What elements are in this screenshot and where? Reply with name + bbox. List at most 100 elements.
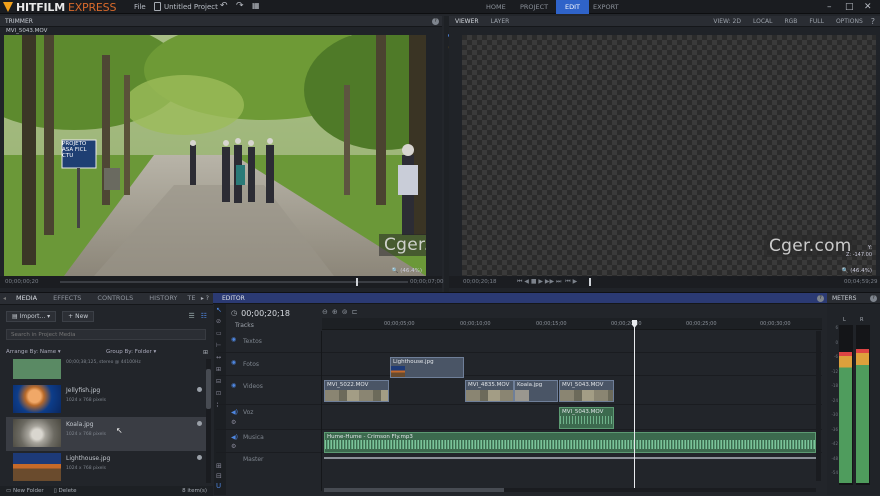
clip-voz[interactable]: MVI_5043.MOV — [559, 407, 614, 429]
editor-hscroll[interactable] — [324, 488, 816, 492]
speaker-icon[interactable]: ◀) — [231, 434, 238, 441]
item-count: 8 item(s) — [182, 488, 207, 494]
delete-button[interactable]: ▯ Delete — [44, 488, 77, 494]
search-input[interactable] — [6, 329, 206, 340]
viewer-help-icon[interactable]: ? — [869, 16, 880, 27]
coord-y: Y: — [867, 245, 872, 251]
undo-icon[interactable]: ↶ — [220, 1, 228, 11]
clip-waveform — [325, 440, 815, 449]
zoom-in-icon[interactable]: ⊕ — [332, 308, 338, 316]
media-item-koala[interactable]: Koala.jpg 1024 x 768 pixels ↖ — [6, 417, 206, 451]
tab-prev-icon[interactable]: ◂ — [0, 295, 8, 302]
meter-scale-tick: -6 — [834, 354, 838, 360]
media-scroll-thumb[interactable] — [206, 369, 211, 409]
close-icon[interactable]: ✕ — [864, 2, 872, 12]
editor-vscroll[interactable] — [816, 331, 821, 481]
help-icon[interactable]: ? — [432, 18, 439, 25]
lighthouse-thumbnail — [13, 453, 61, 481]
tab-media[interactable]: MEDIA — [8, 293, 45, 304]
import-button[interactable]: ▤ Import... ▾ — [6, 310, 57, 322]
media-item-lighthouse[interactable]: Lighthouse.jpg 1024 x 768 pixels — [6, 451, 206, 485]
clip-video-1[interactable]: MVI_5022.MOV — [324, 380, 389, 402]
trimmer-time-start: 00;00;00;20 — [5, 279, 39, 285]
select-tool-icon[interactable]: ↖ — [216, 306, 226, 314]
viewer-zoom-icon[interactable]: 🔍 — [842, 268, 849, 274]
list-view-icon[interactable]: ☰ — [188, 312, 194, 320]
new-button[interactable]: + New — [62, 310, 95, 322]
visibility-icon[interactable]: ◉ — [231, 336, 236, 343]
trimmer-header: TRIMMER? — [0, 16, 442, 27]
tab-effects[interactable]: EFFECTS — [45, 293, 89, 304]
meter-scale-tick: -30 — [831, 412, 838, 418]
tab-viewer[interactable]: VIEWER — [449, 16, 485, 27]
viewer-playhead[interactable] — [589, 278, 591, 286]
trash-icon: ▯ — [53, 488, 57, 494]
media-item-audio[interactable]: 00;00;38;125, stereo @ 44100Hz — [6, 359, 206, 381]
media-scrollbar[interactable] — [206, 359, 211, 483]
clip-name: MVI_5043.MOV — [562, 382, 604, 388]
snap-icon[interactable]: ⊏ — [352, 308, 358, 316]
arrange-select[interactable]: Arrange By: Name ▾ — [6, 349, 61, 355]
audio-settings-icon[interactable]: ⚙ — [231, 419, 236, 426]
clip-video-3[interactable]: MVI_5043.MOV — [559, 380, 614, 402]
resolution-select[interactable]: FULL — [803, 16, 830, 27]
clip-name: Lighthouse.jpg — [393, 359, 434, 365]
visibility-icon[interactable]: ◉ — [231, 382, 236, 389]
editor-help-icon[interactable]: ? — [817, 295, 824, 302]
menu-file[interactable]: File — [134, 3, 146, 11]
fit-icon[interactable]: ⊚ — [342, 308, 348, 316]
add-folder-icon[interactable]: ⊞ — [203, 349, 208, 356]
clip-lighthouse[interactable]: Lighthouse.jpg — [390, 357, 464, 378]
track-texto[interactable]: ◉ Textos — [216, 331, 822, 353]
track-label: Master — [243, 456, 264, 463]
clip-music[interactable]: Hume-Hume - Crimson Fly.mp3 — [324, 432, 816, 453]
tab-export[interactable]: EXPORT — [584, 0, 628, 14]
editor-timecode: 00;00;20;18 — [241, 308, 290, 318]
grid-view-icon[interactable]: ☷ — [201, 312, 213, 320]
trimmer-video-frame[interactable]: PROJETO ASA FICL CTU Cger.com 🔍 (46.4%) — [4, 35, 426, 276]
track-master[interactable]: Master — [216, 454, 822, 466]
viewer-canvas[interactable]: Cger.com Y: Z: -147.00 🔍 (46.4%) — [462, 35, 876, 276]
visibility-icon[interactable]: ◉ — [231, 359, 236, 366]
options-menu[interactable]: OPTIONS — [830, 16, 869, 27]
track-voz[interactable]: ◀) ⚙ Voz — [216, 406, 822, 430]
grid-icon[interactable]: ▦ — [252, 1, 260, 10]
tab-history[interactable]: HISTORY — [141, 293, 185, 304]
view-mode-select[interactable]: VIEW: 2D — [707, 16, 747, 27]
clip-filmstrip — [466, 390, 513, 401]
transport-buttons[interactable]: ⏮ ◀ ■ ▶ ▶▶ ⏭ ⏮ ▶ — [517, 276, 577, 288]
meters-help-icon[interactable]: ? — [870, 295, 877, 302]
zoom-out-icon[interactable]: ⊖ — [322, 308, 328, 316]
track-divider — [321, 331, 322, 491]
tab-home[interactable]: HOME — [477, 0, 515, 14]
clip-filmstrip — [325, 390, 388, 401]
clip-thumb — [391, 366, 405, 377]
tab-text[interactable]: TE — [185, 293, 197, 304]
local-select[interactable]: LOCAL — [747, 16, 779, 27]
clip-video-2[interactable]: MVI_4835.MOV — [465, 380, 514, 402]
media-item-sub: 00;00;38;125, stereo @ 44100Hz — [66, 360, 141, 365]
new-folder-button[interactable]: ▭ New Folder — [0, 488, 44, 494]
maximize-icon[interactable]: □ — [845, 2, 854, 12]
track-fotos[interactable]: ◉ Fotos — [216, 354, 822, 376]
timeline-controls[interactable]: ⊖ ⊕ ⊚ ⊏ — [322, 308, 358, 316]
minimize-icon[interactable]: – — [827, 2, 832, 12]
redo-icon[interactable]: ↷ — [236, 1, 244, 11]
clip-koala[interactable]: Koala.jpg — [514, 380, 558, 402]
speaker-icon[interactable]: ◀) — [231, 409, 238, 416]
trimmer-playhead[interactable] — [356, 278, 358, 286]
meter-scale-tick: -12 — [831, 368, 838, 374]
zoom-icon[interactable]: 🔍 — [392, 268, 399, 274]
media-item-jellyfish[interactable]: Jellyfish.jpg 1024 x 768 pixels — [6, 383, 206, 417]
tab-controls[interactable]: CONTROLS — [89, 293, 141, 304]
editor-hscroll-thumb[interactable] — [324, 488, 504, 492]
rgb-select[interactable]: RGB — [778, 16, 803, 27]
timeline-bottom-tools[interactable]: ⊞ ⊟ U — [216, 461, 222, 491]
viewer-header: VIEWER LAYER VIEW: 2D LOCAL RGB FULL OPT… — [449, 16, 880, 27]
tab-layer[interactable]: LAYER — [485, 16, 516, 27]
trimmer-scrubbar[interactable]: 00;00;00;20 00;00;07;00 — [0, 276, 444, 288]
group-select[interactable]: Group By: Folder ▾ — [106, 349, 156, 355]
tab-project[interactable]: PROJECT — [511, 0, 557, 14]
audio-settings-icon[interactable]: ⚙ — [231, 443, 236, 450]
media-help-icon[interactable]: ▸ ? — [201, 295, 213, 302]
